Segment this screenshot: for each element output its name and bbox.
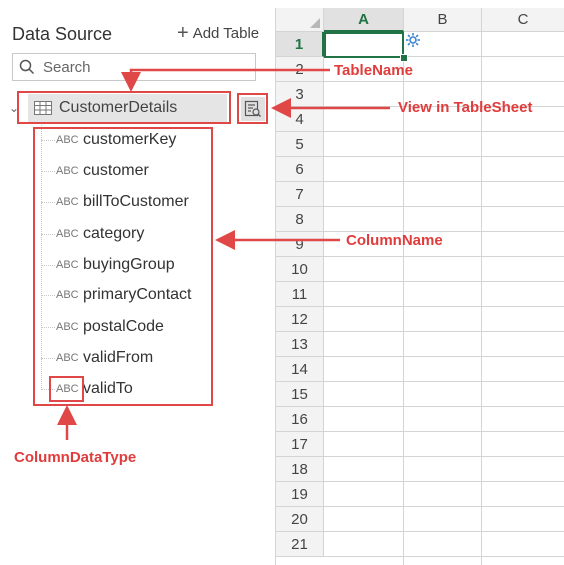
row-header[interactable]: 17 [276,432,324,457]
grid-line [324,156,564,157]
row-header[interactable]: 6 [276,157,324,182]
row-header[interactable]: 13 [276,332,324,357]
active-cell-a1[interactable] [324,32,404,58]
grid-line [324,306,564,307]
grid-line [324,406,564,407]
plus-icon: + [177,22,189,44]
data-type-highlight [49,376,84,402]
row-header[interactable]: 10 [276,257,324,282]
row-header[interactable]: 5 [276,132,324,157]
annotation-column-name: ColumnName [346,232,443,249]
row-header[interactable]: 4 [276,107,324,132]
grid-line [324,206,564,207]
grid-line [324,431,564,432]
row-header[interactable]: 18 [276,457,324,482]
grid-line [324,331,564,332]
add-table-label: Add Table [192,25,260,42]
grid-line [324,506,564,507]
grid-line [324,356,564,357]
row-header[interactable]: 19 [276,482,324,507]
row-header[interactable]: 12 [276,307,324,332]
grid-line [324,281,564,282]
grid-line [324,456,564,457]
row-header[interactable]: 14 [276,357,324,382]
grid-line [324,481,564,482]
panel-title: Data Source [12,24,113,44]
row-header[interactable]: 20 [276,507,324,532]
grid-line [324,256,564,257]
search-box[interactable] [12,53,256,81]
grid-line [324,531,564,532]
grid-line [324,81,564,82]
add-table-button[interactable]: + Add Table [177,22,260,44]
column-header-c[interactable]: C [482,8,564,32]
view-button-highlight [237,93,268,124]
search-input[interactable] [41,57,245,77]
column-header-b[interactable]: B [404,8,482,32]
row-header[interactable]: 11 [276,282,324,307]
fill-handle[interactable] [400,54,408,62]
search-icon [19,59,35,75]
row-header[interactable]: 21 [276,532,324,557]
grid-line [324,556,564,557]
row-header[interactable]: 15 [276,382,324,407]
grid-line [324,381,564,382]
select-all-corner[interactable] [276,8,324,32]
row-header[interactable]: 1 [276,32,324,57]
gear-icon[interactable] [405,32,421,48]
grid-line [324,131,564,132]
row-header[interactable]: 7 [276,182,324,207]
row-header[interactable]: 16 [276,407,324,432]
grid-line [324,181,564,182]
row-header[interactable]: 3 [276,82,324,107]
row-header[interactable]: 8 [276,207,324,232]
column-header-a[interactable]: A [324,8,404,32]
annotation-table-name: TableName [334,62,413,79]
annotation-view-in-tablesheet: View in TableSheet [398,99,533,116]
annotation-column-data-type: ColumnDataType [14,449,137,466]
spreadsheet: A B C 1 2 3 4 5 6 7 8 9 10 11 12 13 14 15 16 17 18 19 20 21 [275,8,564,565]
row-header[interactable]: 2 [276,57,324,82]
row-header[interactable]: 9 [276,232,324,257]
column-list-highlight [33,127,213,406]
table-name-highlight [17,91,231,124]
